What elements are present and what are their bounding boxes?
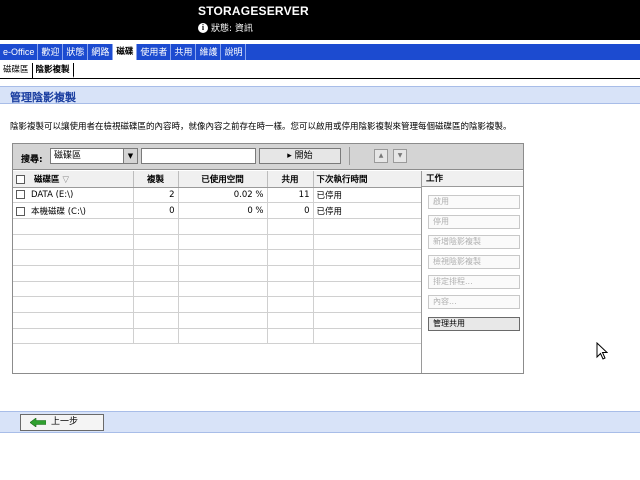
empty-row (13, 312, 422, 329)
page-title-bar: 管理陰影複製 (0, 86, 640, 104)
select-all-checkbox[interactable] (16, 174, 25, 184)
status-text: 狀態: 資訊 (211, 24, 253, 34)
search-toolbar: 搜尋: 磁碟區 ▼ ▸ 開始 ▲ ▼ (13, 144, 523, 170)
row-checkbox[interactable] (16, 206, 25, 216)
table-row[interactable]: 本機磁碟 (C:\) 0 0 % 0 已停用 (13, 202, 422, 219)
search-input[interactable] (141, 148, 256, 164)
empty-row (13, 328, 422, 345)
header-bar: STORAGESERVER i 狀態: 資訊 (0, 0, 640, 40)
nav-item-disks[interactable]: 磁碟 (113, 44, 138, 60)
view-shadow-copies-button[interactable]: 檢視陰影複製 (428, 255, 520, 269)
nav-item-welcome[interactable]: 歡迎 (38, 44, 64, 60)
sort-indicator-icon: ▽ (62, 174, 69, 185)
search-label: 搜尋: (21, 155, 43, 165)
column-header-copies[interactable]: 複製 (133, 171, 179, 188)
start-search-button[interactable]: ▸ 開始 (259, 148, 341, 164)
nav-item-users[interactable]: 使用者 (137, 44, 172, 60)
table-header-row: 磁碟區 ▽ 複製 已使用空間 共用 下次執行時間 (13, 171, 422, 188)
info-icon: i (198, 22, 208, 33)
tasks-panel: 工作 啟用 停用 新增陰影複製 檢視陰影複製 排定排程... 內容... 管理共… (421, 171, 523, 373)
status-indicator[interactable]: i 狀態: 資訊 (198, 21, 253, 34)
cell-copies: 0 (133, 202, 179, 219)
new-shadow-copy-button[interactable]: 新增陰影複製 (428, 235, 520, 249)
search-scope-select[interactable]: 磁碟區 ▼ (50, 148, 138, 164)
sub-tabs: 磁碟區 陰影複製 (0, 63, 640, 79)
sort-ascending-icon[interactable]: ▲ (374, 149, 388, 163)
server-name: STORAGESERVER (198, 4, 309, 18)
search-scope-value: 磁碟區 (54, 151, 82, 161)
set-schedule-button[interactable]: 排定排程... (428, 275, 520, 289)
disable-button[interactable]: 停用 (428, 215, 520, 229)
table-row[interactable]: DATA (E:\) 2 0.02 % 11 已停用 (13, 187, 422, 204)
sort-descending-icon[interactable]: ▼ (393, 149, 407, 163)
page-description: 陰影複製可以讓使用者在檢視磁碟區的內容時，就像內容之前存在時一樣。您可以啟用或停… (10, 122, 512, 132)
mouse-cursor-icon (596, 342, 608, 360)
empty-row (13, 234, 422, 251)
cell-used-space: 0.02 % (178, 187, 268, 204)
back-button[interactable]: 上一步 (20, 414, 104, 431)
column-header-volume[interactable]: 磁碟區 ▽ (13, 171, 134, 188)
column-label: 磁碟區 (33, 174, 60, 185)
volume-table: 磁碟區 ▽ 複製 已使用空間 共用 下次執行時間 DATA (E:\) 2 0.… (13, 171, 422, 345)
nav-item-shares[interactable]: 共用 (171, 44, 197, 60)
manage-shares-button[interactable]: 管理共用 (428, 317, 520, 331)
tasks-header: 工作 (422, 171, 523, 187)
nav-item-help[interactable]: 說明 (221, 44, 247, 60)
cell-next-run: 已停用 (313, 202, 422, 219)
shadow-copy-panel: 搜尋: 磁碟區 ▼ ▸ 開始 ▲ ▼ 磁碟區 ▽ 複製 已使用空間 共用 下次執… (12, 143, 524, 374)
nav-item-eoffice[interactable]: e-Office (0, 44, 39, 60)
column-header-shares[interactable]: 共用 (267, 171, 314, 188)
cell-used-space: 0 % (178, 202, 268, 219)
arrow-left-icon (30, 418, 46, 427)
cell-next-run: 已停用 (313, 187, 422, 204)
page-title: 管理陰影複製 (10, 91, 76, 104)
enable-button[interactable]: 啟用 (428, 195, 520, 209)
tab-shadow-copies[interactable]: 陰影複製 (32, 63, 74, 78)
empty-row (13, 218, 422, 235)
nav-item-network[interactable]: 網路 (88, 44, 114, 60)
toolbar-divider (349, 147, 350, 165)
cell-shares: 11 (267, 187, 314, 204)
nav-item-status[interactable]: 狀態 (63, 44, 89, 60)
empty-row (13, 249, 422, 266)
cell-shares: 0 (267, 202, 314, 219)
bottom-bar: 上一步 (0, 411, 640, 433)
empty-row (13, 296, 422, 313)
empty-row (13, 265, 422, 282)
row-checkbox[interactable] (16, 189, 25, 199)
empty-row (13, 281, 422, 298)
nav-item-maintenance[interactable]: 維護 (196, 44, 222, 60)
tab-volumes[interactable]: 磁碟區 (0, 63, 33, 78)
cell-copies: 2 (133, 187, 179, 204)
cell-volume: 本機磁碟 (C:\) (31, 206, 86, 217)
column-header-next-run[interactable]: 下次執行時間 (313, 171, 422, 188)
back-button-label: 上一步 (51, 417, 79, 427)
column-header-used-space[interactable]: 已使用空間 (178, 171, 268, 188)
chevron-down-icon[interactable]: ▼ (123, 149, 137, 163)
top-navigation: e-Office 歡迎 狀態 網路 磁碟 使用者 共用 維護 說明 (0, 44, 640, 60)
properties-button[interactable]: 內容... (428, 295, 520, 309)
cell-volume: DATA (E:\) (31, 189, 74, 200)
